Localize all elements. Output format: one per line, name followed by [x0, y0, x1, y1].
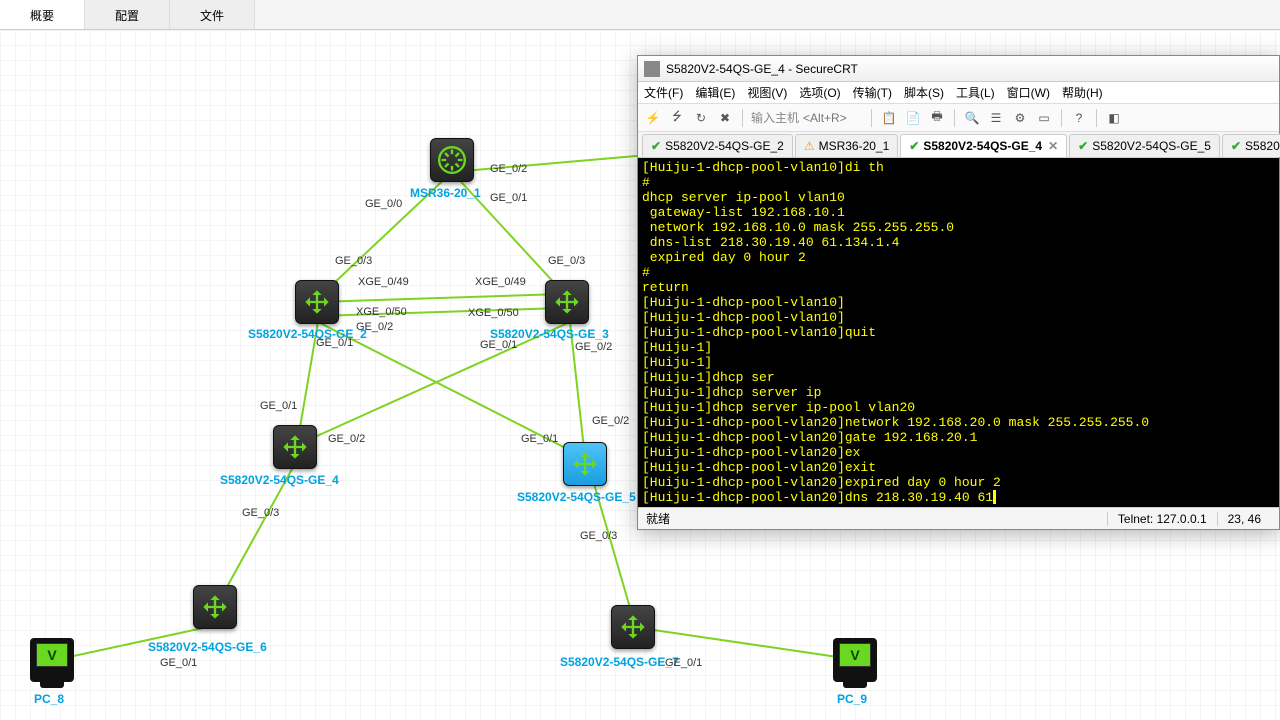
- tab-label: S5820V2-54QS-GE_5: [1092, 139, 1211, 153]
- tab-file[interactable]: 文件: [170, 0, 255, 29]
- node-pc8[interactable]: V: [30, 638, 74, 682]
- port: GE_0/1: [260, 400, 297, 412]
- session-tab[interactable]: ✔ S5820V2-54QS-GE_5: [1069, 134, 1220, 157]
- window-titlebar[interactable]: S5820V2-54QS-GE_4 - SecureCRT: [638, 56, 1279, 82]
- host-input[interactable]: [803, 111, 863, 125]
- port: GE_0/1: [160, 657, 197, 669]
- tab-overview[interactable]: 概要: [0, 0, 85, 29]
- tab-label: S5820V2-54QS-GE_4: [923, 139, 1042, 153]
- label-sw4: S5820V2-54QS-GE_4: [220, 473, 339, 487]
- status-connection: Telnet: 127.0.0.1: [1107, 512, 1217, 526]
- session-tab[interactable]: ✔ S5820V2-54QS-GE_6: [1222, 134, 1280, 157]
- label-pc9: PC_9: [837, 692, 867, 706]
- print-icon[interactable]: 🖶: [928, 109, 946, 127]
- menu-view[interactable]: 视图(V): [747, 84, 787, 101]
- label-sw5: S5820V2-54QS-GE_5: [517, 490, 636, 504]
- menu-tools[interactable]: 工具(L): [956, 84, 995, 101]
- menu-help[interactable]: 帮助(H): [1062, 84, 1103, 101]
- port: XGE_0/50: [356, 306, 407, 318]
- tab-label: S5820V2-54QS-GE_2: [665, 139, 784, 153]
- toolbar: ⚡ ⭍ ↻ ✖ 输入主机 📋 📄 🖶 🔍 ☰ ⚙ ▭ ? ◧: [638, 104, 1279, 132]
- session-tab[interactable]: ✔ S5820V2-54QS-GE_2: [642, 134, 793, 157]
- label-sw6: S5820V2-54QS-GE_6: [148, 640, 267, 654]
- host-label: 输入主机: [751, 109, 799, 126]
- port: GE_0/3: [242, 507, 279, 519]
- node-router-msr[interactable]: [430, 138, 474, 182]
- node-switch-5[interactable]: [563, 442, 607, 486]
- help-icon[interactable]: ?: [1070, 109, 1088, 127]
- label-msr: MSR36-20_1: [410, 186, 481, 200]
- lightning-icon[interactable]: ⚡: [644, 109, 662, 127]
- port: GE_0/3: [335, 255, 372, 267]
- app-icon: [644, 61, 660, 77]
- port: GE_0/1: [521, 433, 558, 445]
- reconnect-icon[interactable]: ↻: [692, 109, 710, 127]
- status-ready: 就绪: [646, 510, 670, 527]
- menu-window[interactable]: 窗口(W): [1007, 84, 1050, 101]
- tab-label: S5820V2-54QS-GE_6: [1245, 139, 1280, 153]
- session-tab[interactable]: ⚠ MSR36-20_1: [795, 134, 898, 157]
- port: GE_0/2: [328, 433, 365, 445]
- menu-options[interactable]: 选项(O): [799, 84, 840, 101]
- toggle-icon[interactable]: ◧: [1105, 109, 1123, 127]
- statusbar: 就绪 Telnet: 127.0.0.1 23, 46: [638, 507, 1279, 529]
- port: GE_0/0: [365, 198, 402, 210]
- warning-icon: ⚠: [804, 139, 815, 153]
- port: GE_0/2: [490, 163, 527, 175]
- port: GE_0/2: [592, 415, 629, 427]
- port: XGE_0/49: [358, 276, 409, 288]
- disconnect-icon[interactable]: ✖: [716, 109, 734, 127]
- terminal-cursor: [993, 490, 996, 504]
- port: XGE_0/49: [475, 276, 526, 288]
- port: GE_0/3: [580, 530, 617, 542]
- port: GE_0/3: [548, 255, 585, 267]
- node-switch-4[interactable]: [273, 425, 317, 469]
- node-switch-6[interactable]: [193, 585, 237, 629]
- top-tabs: 概要 配置 文件: [0, 0, 1280, 30]
- port: GE_0/1: [490, 192, 527, 204]
- host-input-box[interactable]: 输入主机: [751, 109, 863, 126]
- copy-icon[interactable]: 📋: [880, 109, 898, 127]
- check-icon: ✔: [1231, 139, 1241, 153]
- label-pc8: PC_8: [34, 692, 64, 706]
- port: GE_0/1: [665, 657, 702, 669]
- connect-icon[interactable]: ⭍: [668, 109, 686, 127]
- check-icon: ✔: [909, 139, 919, 153]
- port: XGE_0/50: [468, 307, 519, 319]
- port: GE_0/1: [480, 339, 517, 351]
- session-tabs: ✔ S5820V2-54QS-GE_2 ⚠ MSR36-20_1 ✔ S5820V2-54…: [638, 132, 1279, 158]
- port: GE_0/2: [575, 341, 612, 353]
- session-tab[interactable]: ✔ S5820V2-54QS-GE_4 ✕: [900, 134, 1067, 157]
- window-title: S5820V2-54QS-GE_4 - SecureCRT: [666, 62, 858, 76]
- menubar: 文件(F) 编辑(E) 视图(V) 选项(O) 传输(T) 脚本(S) 工具(L…: [638, 82, 1279, 104]
- securecrt-window[interactable]: S5820V2-54QS-GE_4 - SecureCRT 文件(F) 编辑(E…: [637, 55, 1280, 530]
- options-icon[interactable]: ☰: [987, 109, 1005, 127]
- terminal-icon[interactable]: ▭: [1035, 109, 1053, 127]
- find-icon[interactable]: 🔍: [963, 109, 981, 127]
- tab-config[interactable]: 配置: [85, 0, 170, 29]
- port: GE_0/1: [316, 337, 353, 349]
- terminal-output[interactable]: [Huiju-1-dhcp-pool-vlan10]di th # dhcp s…: [638, 158, 1279, 507]
- menu-edit[interactable]: 编辑(E): [695, 84, 735, 101]
- menu-transfer[interactable]: 传输(T): [853, 84, 892, 101]
- menu-file[interactable]: 文件(F): [644, 84, 683, 101]
- settings-icon[interactable]: ⚙: [1011, 109, 1029, 127]
- port: GE_0/2: [356, 321, 393, 333]
- paste-icon[interactable]: 📄: [904, 109, 922, 127]
- node-switch-2[interactable]: [295, 280, 339, 324]
- node-switch-3[interactable]: [545, 280, 589, 324]
- status-cursor-pos: 23, 46: [1217, 512, 1271, 526]
- label-sw7: S5820V2-54QS-GE_7: [560, 655, 679, 669]
- close-icon[interactable]: ✕: [1048, 139, 1058, 153]
- check-icon: ✔: [651, 139, 661, 153]
- menu-script[interactable]: 脚本(S): [904, 84, 944, 101]
- tab-label: MSR36-20_1: [819, 139, 890, 153]
- node-switch-7[interactable]: [611, 605, 655, 649]
- check-icon: ✔: [1078, 139, 1088, 153]
- node-pc9[interactable]: V: [833, 638, 877, 682]
